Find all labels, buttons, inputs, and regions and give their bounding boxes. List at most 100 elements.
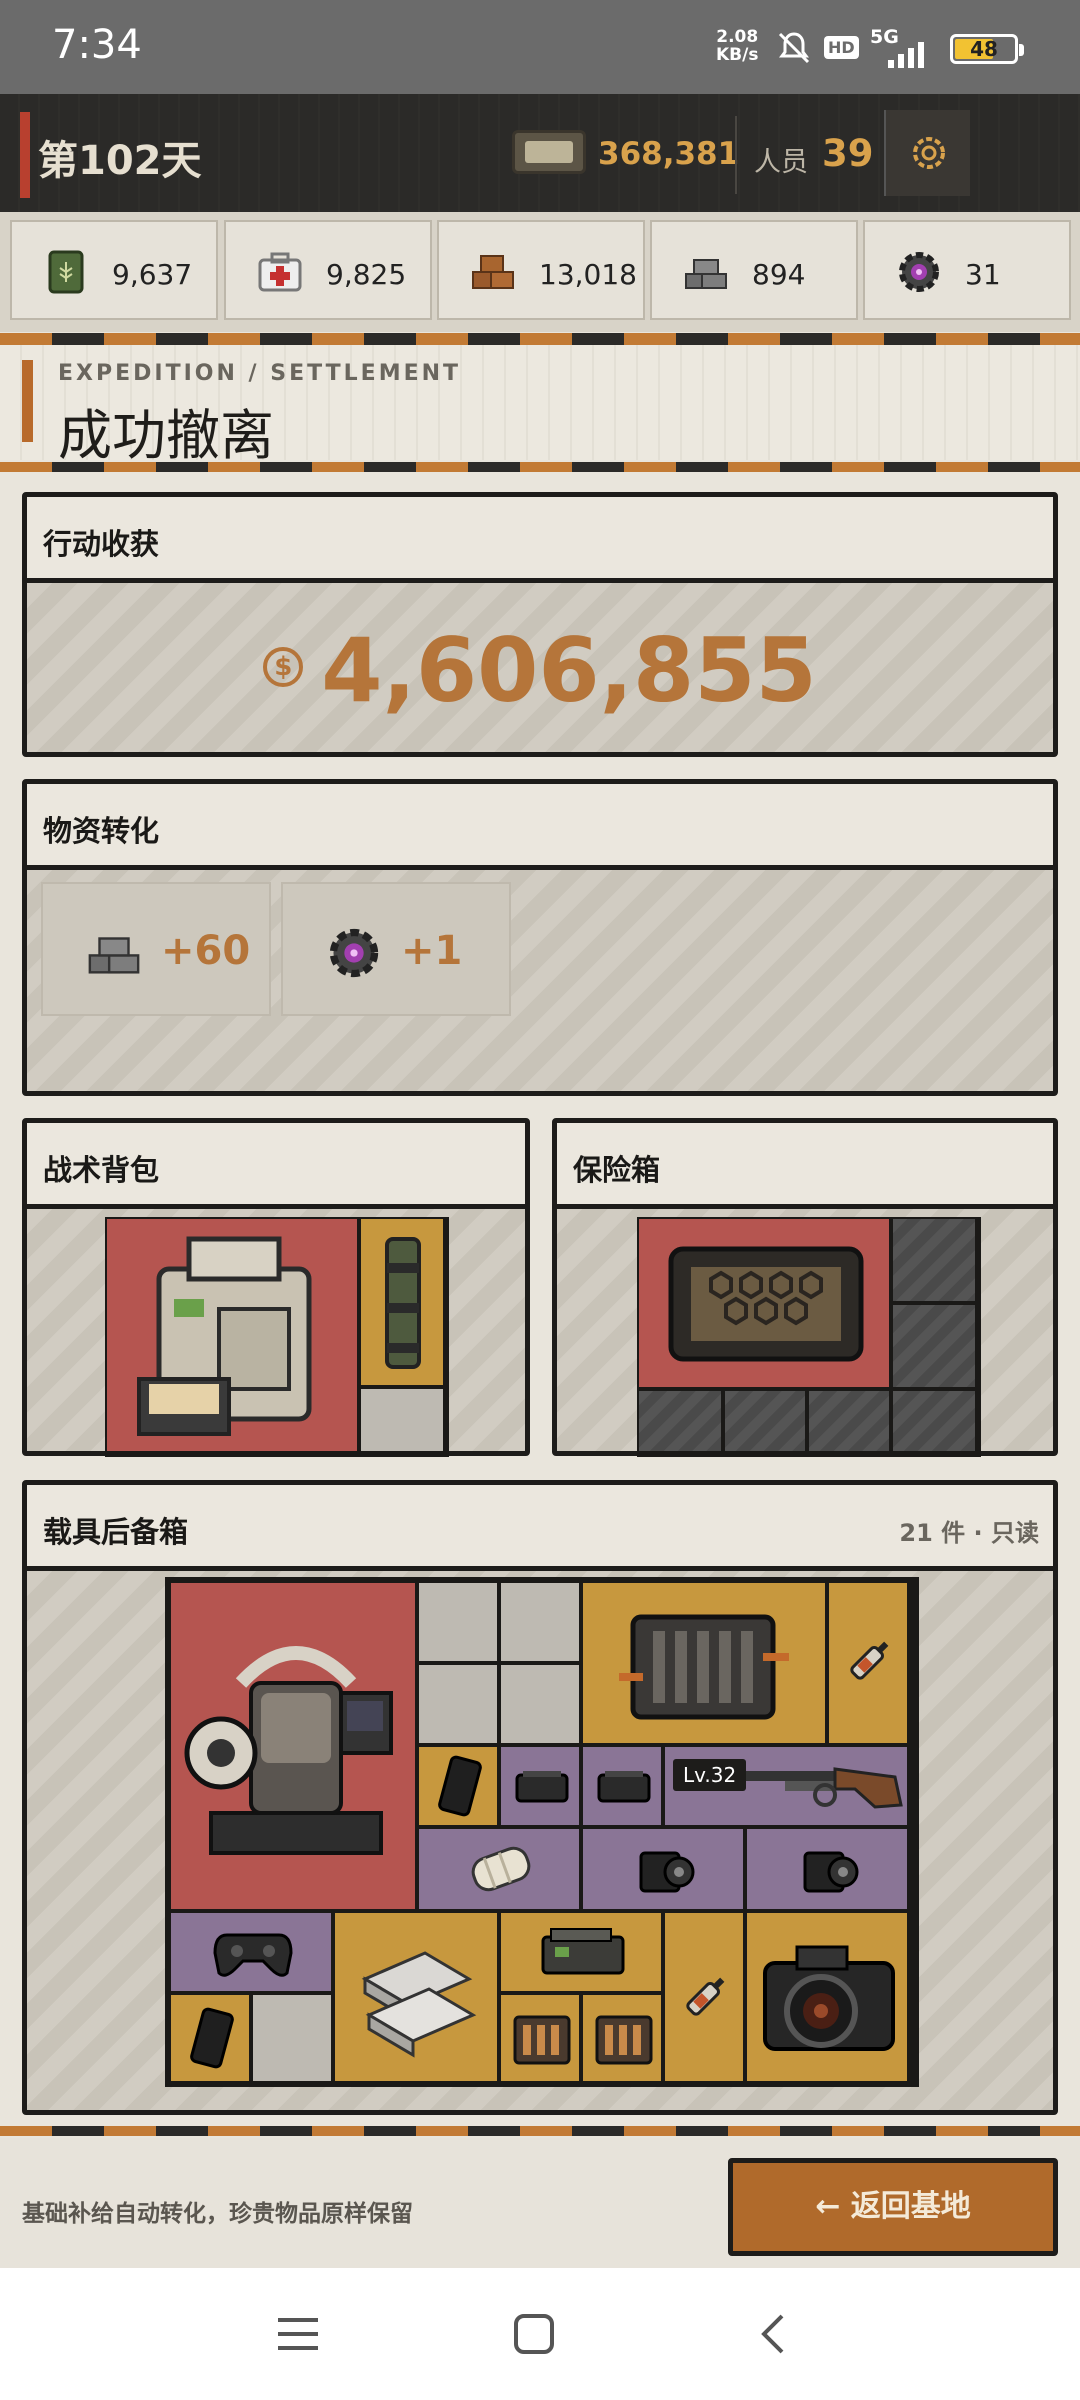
battery-level: 48 (970, 37, 998, 61)
inventory-slot[interactable] (581, 1993, 663, 2083)
ration-tube-icon (385, 1237, 421, 1369)
inventory-slot[interactable] (745, 1911, 909, 2083)
engine-crate-icon (619, 1614, 789, 1720)
trunk-grid: Lv.32 (165, 1577, 919, 2087)
resource-metal[interactable]: 894 (650, 220, 858, 320)
inventory-slot[interactable] (105, 1217, 359, 1453)
home-icon[interactable] (512, 2312, 556, 2360)
conversion-value: +60 (161, 928, 251, 974)
inventory-slot[interactable] (499, 1993, 581, 2083)
mech-seat-icon (184, 1646, 393, 1855)
ammo-box-icon (595, 2015, 653, 2065)
inventory-slot[interactable] (169, 1911, 333, 1993)
resource-grain[interactable]: 9,637 (10, 220, 218, 320)
hazard-stripe (0, 462, 1080, 472)
locked-slot (891, 1389, 977, 1453)
inventory-slot[interactable] (417, 1827, 581, 1911)
bandage-roll-icon (471, 1846, 531, 1892)
hd-badge: HD (824, 36, 859, 59)
inventory-slot[interactable] (499, 1745, 581, 1827)
conversion-item-metal: +60 (41, 882, 271, 1016)
net-speed-value: 2.08 (716, 27, 759, 47)
inventory-slot[interactable] (637, 1217, 891, 1389)
ammo-box-icon (513, 2015, 571, 2065)
safebox-title: 保险箱 (573, 1153, 661, 1187)
inventory-slot[interactable] (581, 1581, 827, 1745)
conversion-item-gear: +1 (281, 882, 511, 1016)
inventory-slot[interactable] (251, 1993, 333, 2083)
resource-wood[interactable]: 13,018 (437, 220, 645, 320)
grain-processor-icon (137, 1236, 312, 1436)
network-speed: 2.08 KB/s (716, 28, 758, 64)
inventory-slot[interactable] (359, 1217, 445, 1387)
inventory-slot[interactable] (417, 1581, 499, 1663)
settlement-subtitle: EXPEDITION / SETTLEMENT (58, 361, 462, 386)
grain-can-icon (48, 250, 84, 294)
settings-button[interactable] (884, 110, 970, 196)
people-count: 39 (822, 132, 874, 175)
inventory-slot[interactable] (827, 1581, 909, 1745)
settlement-banner: EXPEDITION / SETTLEMENT 成功撤离 (0, 345, 1080, 467)
inventory-slot[interactable] (169, 1993, 251, 2083)
hazard-stripe (0, 333, 1080, 345)
inventory-slot[interactable]: Lv.32 (663, 1745, 909, 1827)
cash-icon (512, 130, 586, 174)
honeycomb-case-icon (668, 1246, 864, 1362)
header-accent-bar (20, 112, 30, 198)
inventory-slot[interactable] (169, 1581, 417, 1911)
trunk-header: 载具后备箱 21 件 · 只读 (27, 1485, 1053, 1571)
mute-bell-icon (776, 30, 812, 66)
syringe-icon (850, 1641, 889, 1680)
inventory-slot[interactable] (417, 1663, 499, 1745)
inventory-slot[interactable] (499, 1581, 581, 1663)
header-divider (735, 116, 737, 194)
menu-icon[interactable] (276, 2314, 320, 2358)
inventory-slot[interactable] (499, 1663, 581, 1745)
status-time: 7:34 (52, 22, 142, 68)
backpack-title: 战术背包 (43, 1153, 160, 1187)
inventory-slot[interactable] (745, 1827, 909, 1911)
footer-bar: 基础补给自动转化，珍贵物品原样保留 ← 返回基地 (0, 2138, 1080, 2268)
resource-value: 894 (752, 258, 806, 291)
resource-value: 9,825 (326, 258, 407, 291)
people-label: 人员 (754, 147, 808, 178)
conversion-panel: 物资转化 +60 +1 (22, 779, 1058, 1096)
locked-slot (891, 1303, 977, 1389)
gear-icon (913, 137, 945, 169)
inventory-slot[interactable] (663, 1911, 745, 2083)
back-icon[interactable] (752, 2312, 796, 2360)
conversion-body: +60 +1 (27, 870, 1053, 1091)
phone-icon (190, 2007, 234, 2069)
back-to-base-button[interactable]: ← 返回基地 (728, 2158, 1058, 2256)
inventory-slot[interactable] (581, 1827, 745, 1911)
earnings-amount: $4,606,855 (27, 619, 1053, 722)
signal-bars-icon (872, 40, 938, 72)
conversion-value: +1 (401, 928, 463, 974)
inventory-slot[interactable] (499, 1911, 663, 1993)
phone-icon (438, 1755, 482, 1817)
backpack-header: 战术背包 (27, 1123, 525, 1209)
conversion-title: 物资转化 (43, 814, 160, 848)
earnings-header: 行动收获 (27, 497, 1053, 583)
locked-slot (807, 1389, 891, 1453)
camera-icon (763, 1945, 895, 2051)
resource-value: 9,637 (112, 258, 193, 291)
coin-icon: $ (263, 647, 304, 688)
conversion-header: 物资转化 (27, 784, 1053, 870)
resource-value: 13,018 (539, 258, 637, 291)
earnings-body: $4,606,855 (27, 583, 1053, 752)
system-nav-bar (0, 2268, 1080, 2400)
inventory-slot[interactable] (359, 1387, 445, 1453)
locked-slot (637, 1389, 723, 1453)
inventory-slot[interactable] (333, 1911, 499, 2083)
resource-gear[interactable]: 31 (863, 220, 1071, 320)
backpack-grid (105, 1217, 449, 1457)
wood-blocks-icon (472, 255, 514, 289)
settlement-accent-bar (22, 360, 33, 442)
metal-ingots-icon (88, 937, 140, 974)
resource-medkit[interactable]: 9,825 (224, 220, 432, 320)
inventory-slot[interactable] (417, 1745, 499, 1827)
inventory-slot[interactable] (581, 1745, 663, 1827)
syringe-icon (686, 1977, 725, 2016)
page-title: 成功撤离 (58, 404, 274, 467)
